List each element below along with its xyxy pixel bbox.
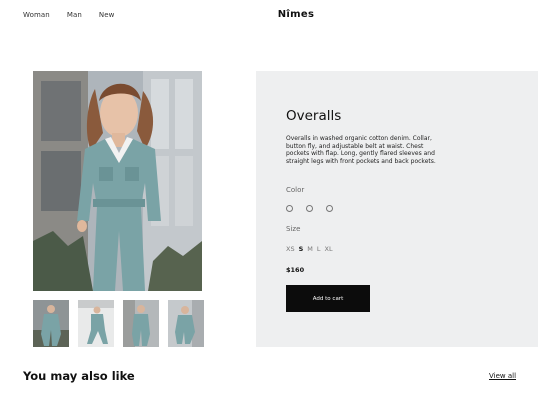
product-photo-woman-in-denim-overalls	[33, 71, 202, 291]
thumbnail-photo	[78, 300, 114, 347]
product-description: Overalls in washed organic cotton denim.…	[286, 135, 436, 165]
size-option-s[interactable]: S	[299, 245, 304, 253]
add-to-cart-button[interactable]: Add to cart	[286, 285, 370, 312]
top-navigation: Woman Man New Nîmes	[0, 0, 540, 30]
size-option-m[interactable]: M	[307, 245, 313, 253]
color-swatch-1[interactable]	[286, 205, 293, 212]
color-swatches	[286, 205, 333, 212]
size-options: XS S M L XL	[286, 245, 333, 253]
product-main-image[interactable]	[33, 71, 202, 291]
color-label: Color	[286, 186, 305, 194]
thumbnail-gallery	[33, 300, 204, 347]
size-option-xl[interactable]: XL	[325, 245, 333, 253]
size-option-l[interactable]: L	[317, 245, 321, 253]
thumbnail-photo	[33, 300, 69, 347]
thumbnail-photo	[168, 300, 204, 347]
thumbnail-2[interactable]	[78, 300, 114, 347]
view-all-link[interactable]: View all	[489, 372, 516, 380]
size-label: Size	[286, 225, 301, 233]
thumbnail-photo	[123, 300, 159, 347]
recommendations-title: You may also like	[23, 369, 135, 383]
color-swatch-2[interactable]	[306, 205, 313, 212]
brand-logo[interactable]: Nîmes	[0, 9, 540, 20]
size-option-xs[interactable]: XS	[286, 245, 295, 253]
thumbnail-4[interactable]	[168, 300, 204, 347]
product-title: Overalls	[286, 108, 342, 124]
color-swatch-3[interactable]	[326, 205, 333, 212]
thumbnail-1[interactable]	[33, 300, 69, 347]
product-details-panel: Overalls Overalls in washed organic cott…	[256, 71, 538, 347]
product-price: $160	[286, 266, 305, 274]
thumbnail-3[interactable]	[123, 300, 159, 347]
